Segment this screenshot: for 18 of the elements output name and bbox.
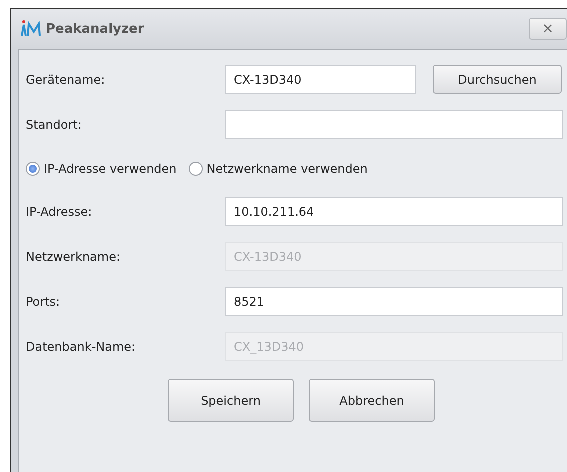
field-label: Gerätename: — [26, 72, 106, 86]
dialog-button[interactable]: Abbrechen — [309, 379, 435, 422]
text-field[interactable] — [225, 110, 563, 139]
text-field[interactable]: CX-13D340 — [225, 65, 416, 94]
close-button[interactable]: × — [529, 18, 567, 40]
field-label: Datenbank-Name: — [26, 340, 137, 354]
field-label: Ports: — [26, 294, 62, 308]
radio-option[interactable]: IP-Adresse verwenden — [26, 162, 177, 176]
text-field[interactable]: 10.10.211.64 — [225, 197, 563, 226]
logo-icon — [21, 20, 43, 38]
window-title: Peakanalyzer — [46, 22, 144, 36]
field-label: IP-Adresse: — [26, 204, 94, 218]
browse-button[interactable]: Durchsuchen — [433, 65, 562, 94]
field-label: Standort: — [26, 118, 83, 132]
dialog-button[interactable]: Speichern — [168, 379, 294, 422]
text-field[interactable]: 8521 — [225, 287, 563, 316]
radio-option[interactable]: Netzwerkname verwenden — [188, 162, 368, 176]
field-label: Netzwerkname: — [26, 250, 122, 264]
